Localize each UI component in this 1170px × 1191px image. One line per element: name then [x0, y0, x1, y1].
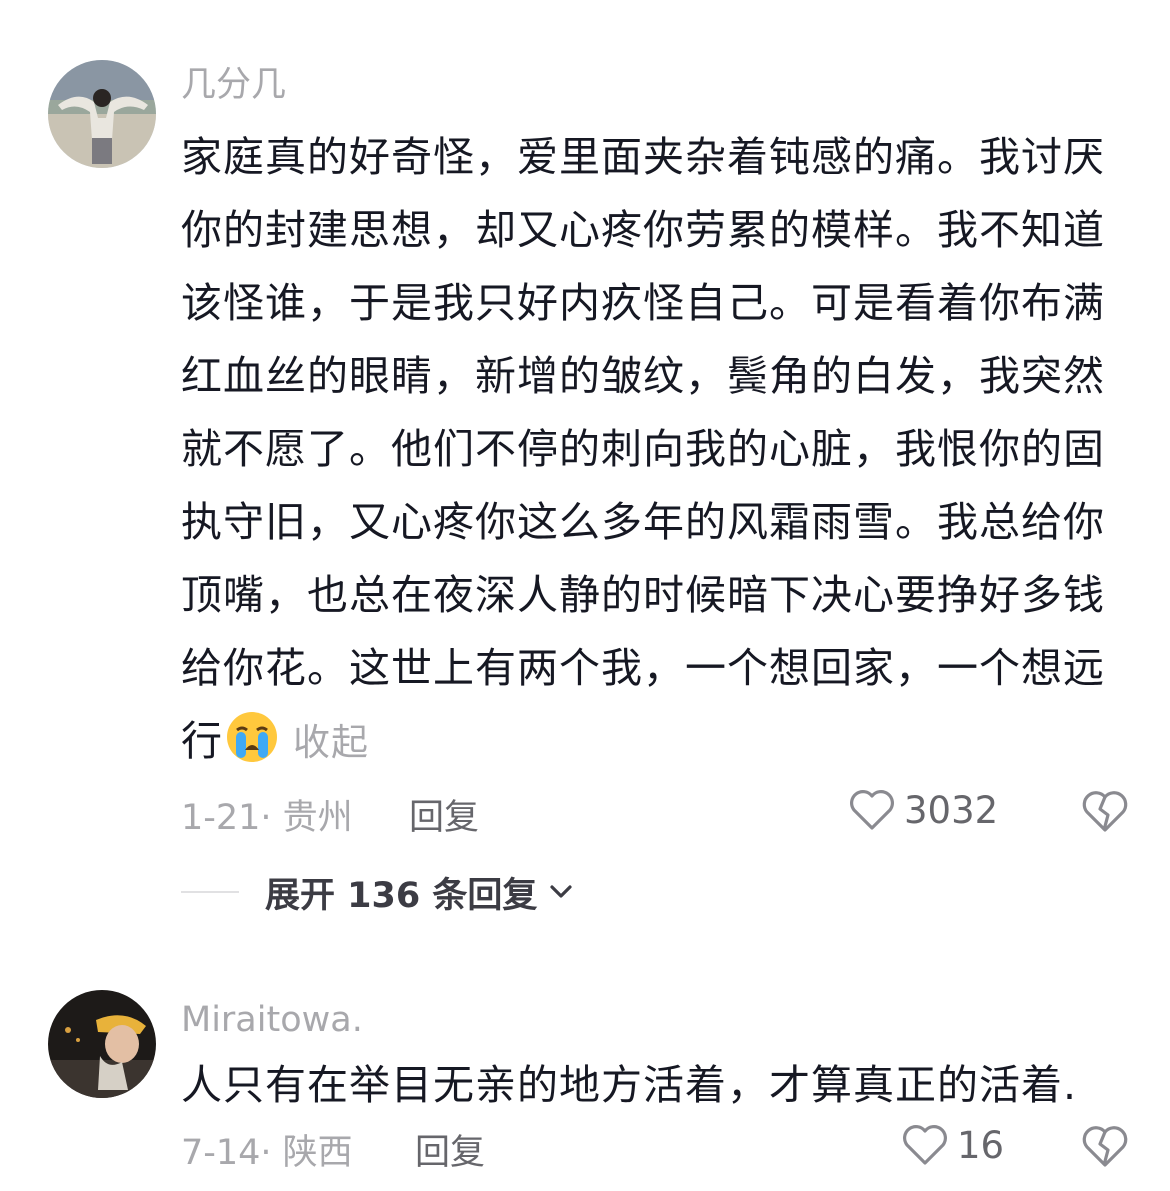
date-location: 1-21· 贵州 — [181, 798, 353, 838]
like-count: 3032 — [904, 788, 999, 832]
comment-text: 家庭真的好奇怪，爱里面夹杂着钝感的痛。我讨厌你的封建思想，却又心疼你劳累的模样。… — [181, 121, 1121, 779]
reply-button[interactable]: 回复 — [415, 1124, 485, 1175]
broken-heart-icon[interactable] — [1080, 1122, 1130, 1170]
avatar[interactable] — [48, 990, 156, 1098]
broken-heart-icon[interactable] — [1080, 787, 1130, 835]
like-button[interactable]: 16 — [901, 1120, 1004, 1170]
date-location: 7-14· 陕西 — [181, 1133, 353, 1173]
comment-text: 人只有在举目无亲的地方活着，才算真正的活着. — [181, 1061, 1078, 1109]
like-count: 16 — [957, 1123, 1005, 1167]
comment-username[interactable]: 几分几 — [181, 64, 286, 106]
expand-replies-label: 展开 136 条回复 — [265, 875, 538, 916]
comment-body: 家庭真的好奇怪，爱里面夹杂着钝感的痛。我讨厌你的封建思想，却又心疼你劳累的模样。… — [181, 133, 1105, 765]
comment-username[interactable]: Miraitowa. — [181, 999, 363, 1041]
expand-replies[interactable]: 展开 136 条回复 — [181, 868, 573, 916]
heart-icon — [903, 1125, 947, 1165]
comment-meta: 7-14· 陕西 回复 16 — [181, 1120, 1130, 1173]
heart-icon — [850, 790, 894, 830]
chevron-down-icon — [550, 885, 573, 898]
comment-meta: 1-21· 贵州 回复 3032 — [181, 785, 1130, 838]
reply-button[interactable]: 回复 — [409, 789, 479, 840]
divider — [181, 891, 239, 893]
like-button[interactable]: 3032 — [848, 785, 998, 835]
crying-face-icon — [227, 712, 277, 762]
avatar[interactable] — [48, 60, 156, 168]
collapse-link[interactable]: 收起 — [293, 721, 369, 764]
